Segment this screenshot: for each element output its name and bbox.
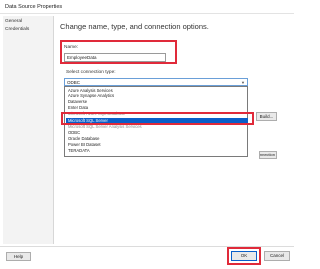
dropdown-item-oracle-database[interactable]: Oracle Database (66, 136, 248, 141)
ok-button[interactable]: OK (231, 251, 257, 261)
window-title: Data Source Properties (0, 0, 294, 14)
connection-type-select[interactable]: ODBC ▼ (64, 78, 248, 86)
name-input[interactable]: EmployeeData (64, 53, 166, 62)
page-heading: Change name, type, and connection option… (60, 22, 209, 31)
connection-type-selected-value: ODBC (67, 80, 81, 85)
dropdown-item-azure-synapse-analytics[interactable]: Azure Synapse Analytics (66, 93, 248, 98)
test-connection-button[interactable]: Test Connection (259, 151, 277, 159)
name-label: Name: (64, 45, 79, 50)
build-button[interactable]: Build... (256, 112, 277, 121)
sidebar-item-credentials[interactable]: Credentials (5, 27, 29, 32)
sql-server-highlight-box (61, 112, 254, 125)
dropdown-item-teradata[interactable]: TERADATA (66, 148, 248, 153)
dropdown-item-power-bi-dataset[interactable]: Power BI Dataset (66, 142, 248, 147)
sidebar-item-general[interactable]: General (5, 19, 22, 24)
dropdown-item-odbc[interactable]: ODBC (66, 130, 248, 135)
dropdown-item-dataverse[interactable]: Dataverse (66, 99, 248, 104)
dropdown-item-enter-data[interactable]: Enter Data (66, 105, 248, 110)
connection-type-label: Select connection type: (66, 70, 116, 75)
cancel-button[interactable]: Cancel (264, 251, 290, 261)
sidebar: General Credentials (3, 16, 54, 244)
help-button[interactable]: Help (6, 252, 31, 261)
